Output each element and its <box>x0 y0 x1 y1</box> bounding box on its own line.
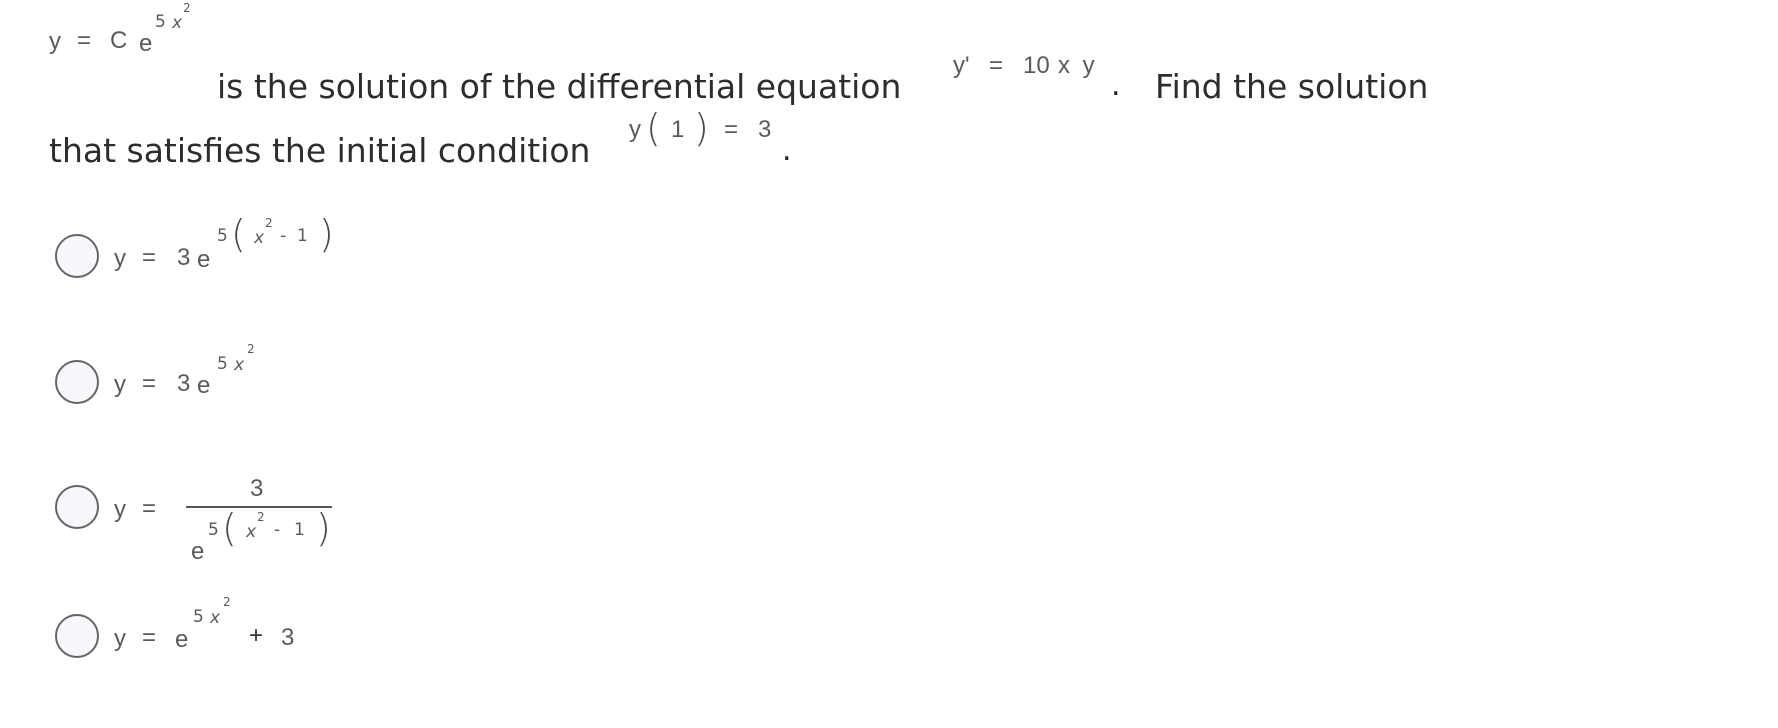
option-a-open-paren: ( <box>231 212 246 256</box>
option-a-var: x <box>254 228 265 248</box>
option-d-base: e <box>175 626 189 653</box>
option-b-var: x <box>234 355 245 375</box>
period-1: . <box>1111 68 1121 103</box>
option-d-pow: 2 <box>223 595 231 609</box>
option-b-coef: 3 <box>177 370 191 397</box>
ic-val: 3 <box>758 116 772 143</box>
given-base: e <box>139 30 153 57</box>
option-c-base: e <box>191 538 205 565</box>
option-b-radio[interactable] <box>55 360 99 404</box>
option-a-coef: 3 <box>177 244 191 271</box>
option-b-pow: 2 <box>247 342 255 356</box>
option-a-close-paren: ) <box>319 212 334 256</box>
ic-close-paren: ) <box>694 106 709 150</box>
option-a-minus: - <box>280 226 287 246</box>
de-lhs: y' <box>953 52 970 79</box>
option-c-lhs: y <box>114 496 126 523</box>
option-a-lhs: y <box>114 245 126 272</box>
option-c-numerator: 3 <box>250 475 264 502</box>
question-text-1: is the solution of the differential equa… <box>217 67 902 106</box>
given-lhs: y <box>49 28 61 55</box>
ic-arg: 1 <box>671 116 685 143</box>
de-equals: = <box>989 52 1004 79</box>
given-exp-var: x <box>172 13 183 33</box>
option-d-const: 3 <box>281 624 295 651</box>
question-text-2: Find the solution <box>1155 67 1429 106</box>
option-c-var: x <box>246 522 257 542</box>
option-a-exp-coef: 5 <box>217 226 228 246</box>
option-d-radio[interactable] <box>55 614 99 658</box>
option-d-equals: = <box>142 624 157 651</box>
ic-fn: y <box>629 116 641 143</box>
option-c-one: 1 <box>294 520 305 540</box>
given-exp-pow: 2 <box>183 1 191 15</box>
option-c-exp-coef: 5 <box>208 520 219 540</box>
option-a-one: 1 <box>297 226 308 246</box>
de-rhs-vars: x y <box>1058 52 1098 79</box>
ic-equals: = <box>724 116 739 143</box>
option-d-var: x <box>210 608 221 628</box>
given-equals: = <box>77 27 92 54</box>
option-b-lhs: y <box>114 371 126 398</box>
option-b-base: e <box>197 372 211 399</box>
ic-open-paren: ( <box>646 106 661 150</box>
option-c-equals: = <box>142 495 157 522</box>
option-b-equals: = <box>142 370 157 397</box>
option-a-radio[interactable] <box>55 234 99 278</box>
period-2: . <box>782 133 792 168</box>
given-exp-coef: 5 <box>155 12 166 32</box>
option-c-close-paren: ) <box>316 506 331 550</box>
option-b-exp-coef: 5 <box>217 354 228 374</box>
option-d-plus: + <box>249 622 264 649</box>
option-c-fraction-bar <box>186 506 332 508</box>
given-coef: C <box>110 27 128 54</box>
option-d-exp-coef: 5 <box>193 607 204 627</box>
option-c-minus: - <box>274 520 281 540</box>
de-rhs-num: 10 <box>1023 52 1050 79</box>
question-text-3: that satisfies the initial condition <box>49 131 591 170</box>
option-c-pow: 2 <box>257 510 265 524</box>
option-a-base: e <box>197 246 211 273</box>
option-c-radio[interactable] <box>55 485 99 529</box>
option-a-pow: 2 <box>265 216 273 230</box>
option-d-lhs: y <box>114 625 126 652</box>
option-a-equals: = <box>142 244 157 271</box>
option-c-open-paren: ( <box>222 506 237 550</box>
